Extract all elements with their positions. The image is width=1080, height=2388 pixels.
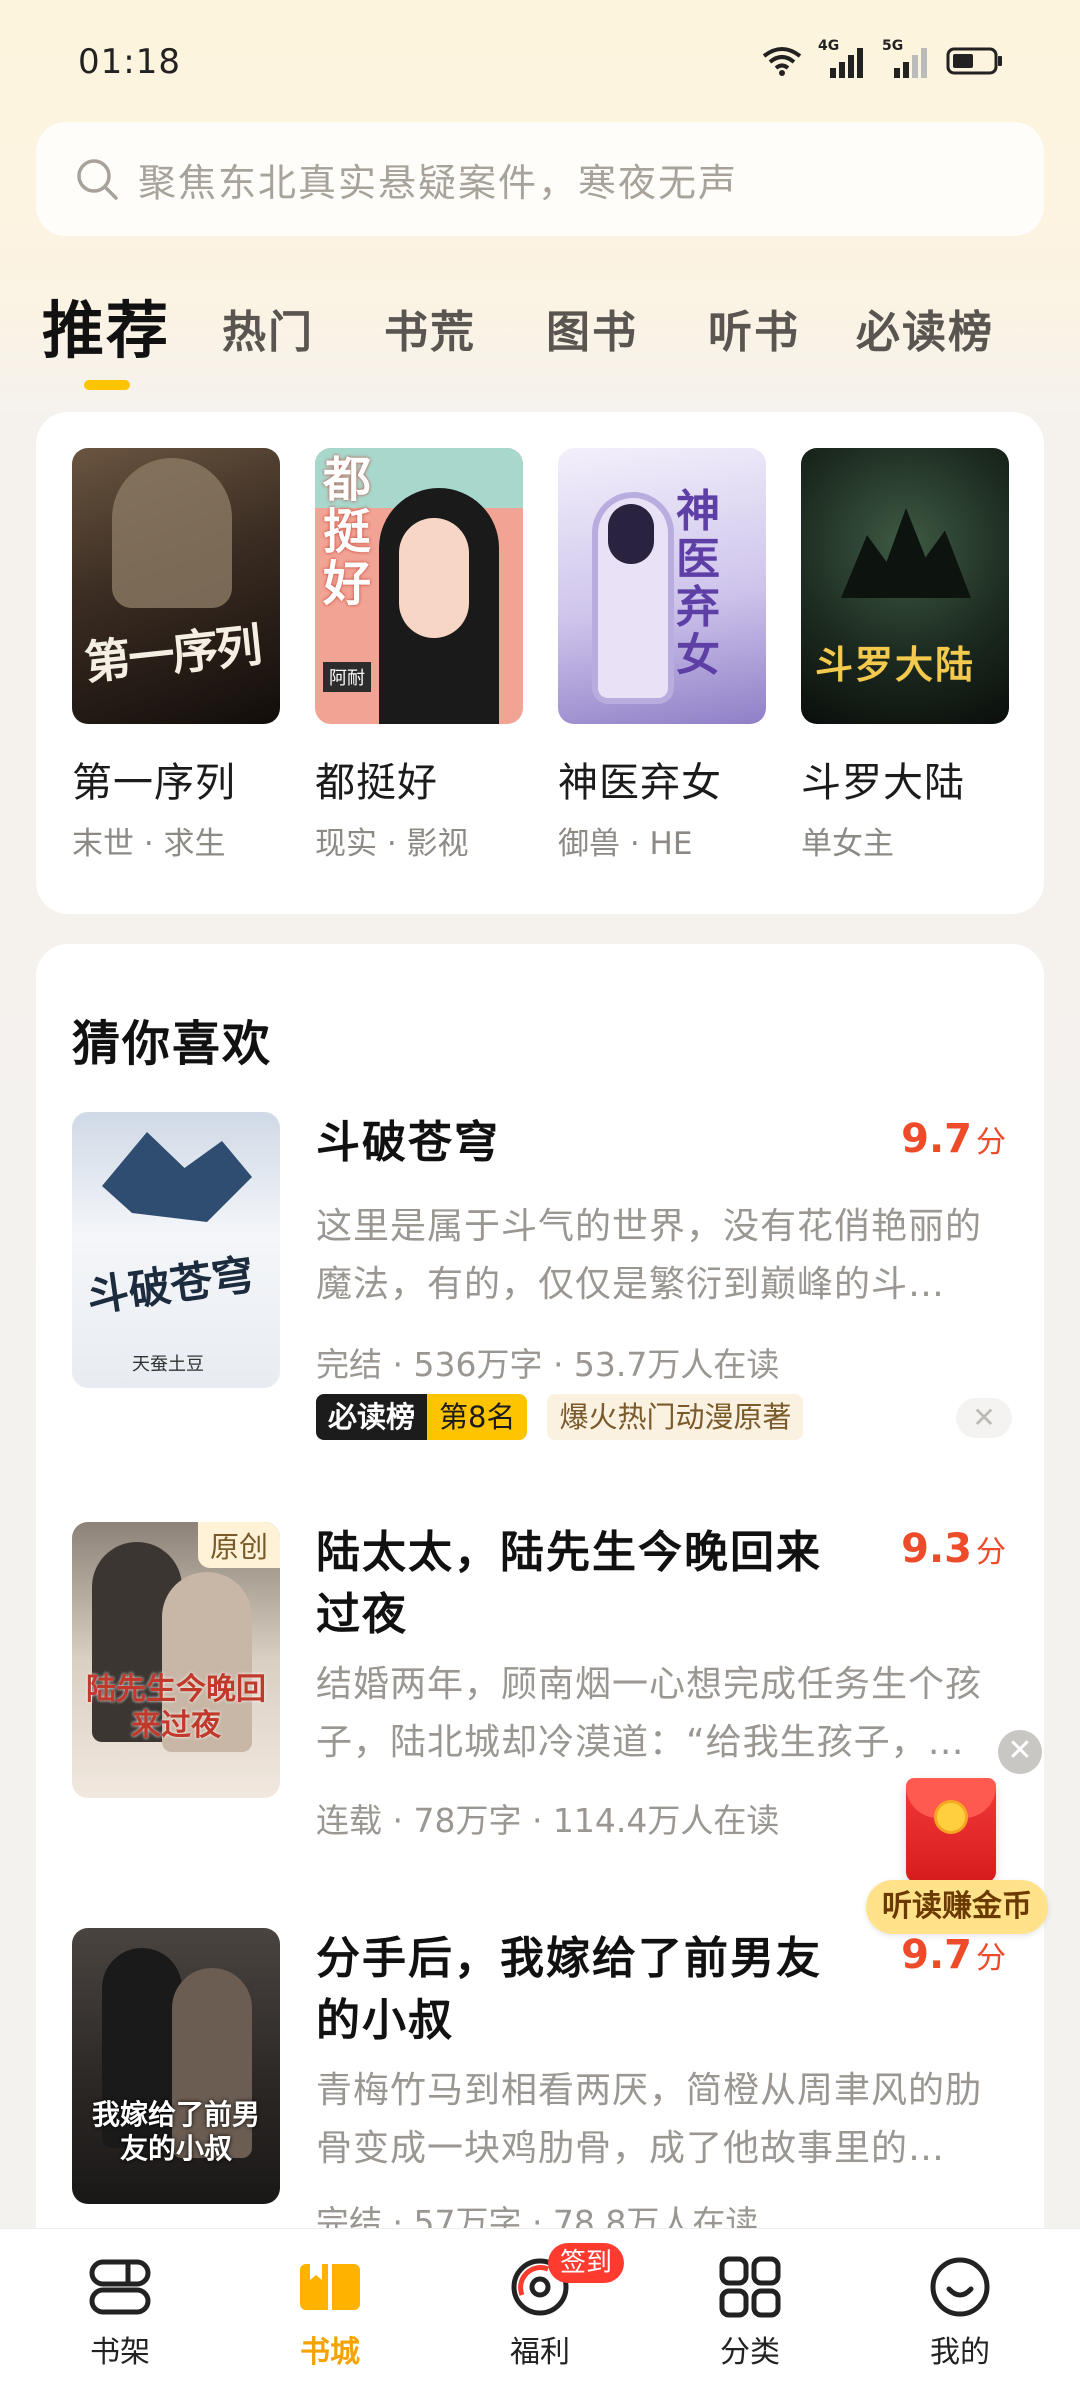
search-placeholder: 聚焦东北真实悬疑案件，寒夜无声 bbox=[138, 160, 739, 205]
book-title: 陆太太，陆先生今晚回来过夜 bbox=[316, 1527, 822, 1640]
featured-title: 都挺好 bbox=[315, 760, 438, 806]
book-cover: 我嫁给了前男友的小叔 bbox=[72, 1928, 280, 2204]
status-time: 01:18 bbox=[78, 42, 181, 82]
tab-audiobooks[interactable]: 听书 bbox=[708, 296, 800, 360]
listen-earn-coins-button[interactable]: 听读赚金币 bbox=[866, 1880, 1048, 1934]
grid-icon bbox=[719, 2256, 781, 2318]
featured-title: 第一序列 bbox=[72, 760, 236, 806]
guess-you-like: 猜你喜欢 斗破苍穹 天蚕土豆 斗破苍穹 9.7 分 这里是属于斗气的世界，没有花俏… bbox=[36, 944, 1044, 2388]
featured-tags: 单女主 bbox=[801, 826, 894, 862]
tab-hot[interactable]: 热门 bbox=[222, 296, 314, 360]
book-cover: 斗破苍穹 天蚕土豆 bbox=[72, 1112, 280, 1388]
red-envelope-icon[interactable] bbox=[906, 1778, 996, 1882]
book-meta: 连载 · 78万字 · 114.4万人在读 bbox=[316, 1801, 780, 1840]
book-cover: 斗罗大陆 bbox=[801, 448, 1009, 724]
book-open-icon bbox=[300, 2258, 360, 2310]
recommended-book[interactable]: 陆先生今晚回来过夜 原创 陆太太，陆先生今晚回来过夜 9.3 分 结婚两年，顾南烟… bbox=[72, 1522, 1012, 1840]
battery-icon bbox=[946, 47, 1002, 75]
featured-books: 第一序列 第一序列 末世 · 求生 都挺好 阿耐 都挺好 现实 · 影视 神医弃… bbox=[36, 412, 1044, 914]
book-cover: 陆先生今晚回来过夜 原创 bbox=[72, 1522, 280, 1798]
book-meta: 完结 · 536万字 · 53.7万人在读 bbox=[316, 1345, 780, 1384]
book-title: 斗破苍穹 bbox=[316, 1117, 500, 1168]
wifi-icon bbox=[762, 47, 802, 76]
tab-book-drought[interactable]: 书荒 bbox=[384, 296, 476, 360]
smile-icon bbox=[930, 2257, 990, 2317]
book-cover: 都挺好 阿耐 bbox=[315, 448, 523, 724]
featured-tags: 现实 · 影视 bbox=[315, 826, 469, 862]
search-icon bbox=[77, 159, 118, 200]
signal-4g-icon: 4G bbox=[818, 38, 866, 78]
tab-must-read[interactable]: 必读榜 bbox=[856, 296, 994, 360]
sign-in-badge: 签到 bbox=[548, 2243, 625, 2283]
book-cover: 神医弃女 bbox=[558, 448, 766, 724]
tab-recommend[interactable]: 推荐 bbox=[42, 280, 170, 370]
nav-profile[interactable]: 我的 bbox=[890, 2251, 1030, 2371]
original-tag: 原创 bbox=[197, 1522, 280, 1568]
dismiss-button[interactable]: ✕ bbox=[956, 1398, 1012, 1438]
featured-tags: 末世 · 求生 bbox=[72, 826, 226, 862]
featured-book[interactable]: 都挺好 阿耐 都挺好 现实 · 影视 bbox=[315, 448, 523, 863]
book-score: 9.3 分 bbox=[901, 1526, 1006, 1572]
book-score: 9.7 分 bbox=[901, 1116, 1006, 1162]
status-bar: 01:18 4G 5G bbox=[0, 0, 1080, 120]
section-title: 猜你喜欢 bbox=[72, 1016, 273, 1072]
nav-bookstore[interactable]: 书城 bbox=[260, 2251, 400, 2371]
featured-book[interactable]: 斗罗大陆 斗罗大陆 单女主 bbox=[801, 448, 1009, 863]
featured-title: 斗罗大陆 bbox=[801, 760, 965, 806]
tab-indicator bbox=[84, 380, 130, 390]
nav-welfare[interactable]: 福利 签到 bbox=[470, 2243, 625, 2371]
nav-category[interactable]: 分类 bbox=[680, 2251, 820, 2371]
featured-tags: 御兽 · HE bbox=[558, 826, 693, 862]
bottom-nav: 书架 书城 福利 签到 分类 我的 bbox=[0, 2228, 1080, 2388]
nav-bookshelf[interactable]: 书架 bbox=[50, 2251, 190, 2371]
category-tabs: 推荐 热门 书荒 图书 听书 必读榜 bbox=[0, 280, 1080, 390]
bookstore-page: 01:18 4G 5G 聚焦东北真实悬疑案件，寒夜无声 推荐 热门 书荒 图书 … bbox=[0, 0, 1080, 2388]
book-title: 分手后，我嫁给了前男友的小叔 bbox=[316, 1933, 822, 2046]
search-bar[interactable]: 聚焦东北真实悬疑案件，寒夜无声 bbox=[36, 122, 1044, 236]
tag-badge: 爆火热门动漫原著 bbox=[547, 1394, 804, 1440]
tab-books[interactable]: 图书 bbox=[546, 296, 638, 360]
promo-close-button[interactable]: ✕ bbox=[998, 1730, 1042, 1774]
featured-book[interactable]: 第一序列 第一序列 末世 · 求生 bbox=[72, 448, 280, 863]
featured-title: 神医弃女 bbox=[558, 760, 722, 806]
recommended-book[interactable]: 斗破苍穹 天蚕土豆 斗破苍穹 9.7 分 这里是属于斗气的世界，没有花俏艳丽的魔法… bbox=[72, 1112, 1012, 1442]
book-cover: 第一序列 bbox=[72, 448, 280, 724]
book-description: 这里是属于斗气的世界，没有花俏艳丽的魔法，有的，仅仅是繁衍到巅峰的斗… bbox=[316, 1206, 983, 1305]
book-description: 结婚两年，顾南烟一心想完成任务生个孩子，陆北城却冷漠道：“给我生孩子，… bbox=[316, 1664, 983, 1763]
book-score: 9.7 分 bbox=[901, 1932, 1006, 1978]
rank-badge[interactable]: 必读榜 第8名 bbox=[316, 1394, 528, 1440]
book-description: 青梅竹马到相看两厌，简橙从周聿风的肋骨变成一块鸡肋骨，成了他故事里的… bbox=[316, 2070, 983, 2169]
bookshelf-icon bbox=[89, 2259, 151, 2315]
book-badges: 必读榜 第8名 爆火热门动漫原著 bbox=[316, 1394, 804, 1440]
featured-book[interactable]: 神医弃女 神医弃女 御兽 · HE bbox=[558, 448, 766, 863]
status-icons: 4G 5G bbox=[762, 38, 1004, 78]
signal-5g-icon: 5G bbox=[882, 38, 930, 78]
recommended-book[interactable]: 我嫁给了前男友的小叔 分手后，我嫁给了前男友的小叔 9.7 分 青梅竹马到相看两厌… bbox=[72, 1928, 1012, 2258]
